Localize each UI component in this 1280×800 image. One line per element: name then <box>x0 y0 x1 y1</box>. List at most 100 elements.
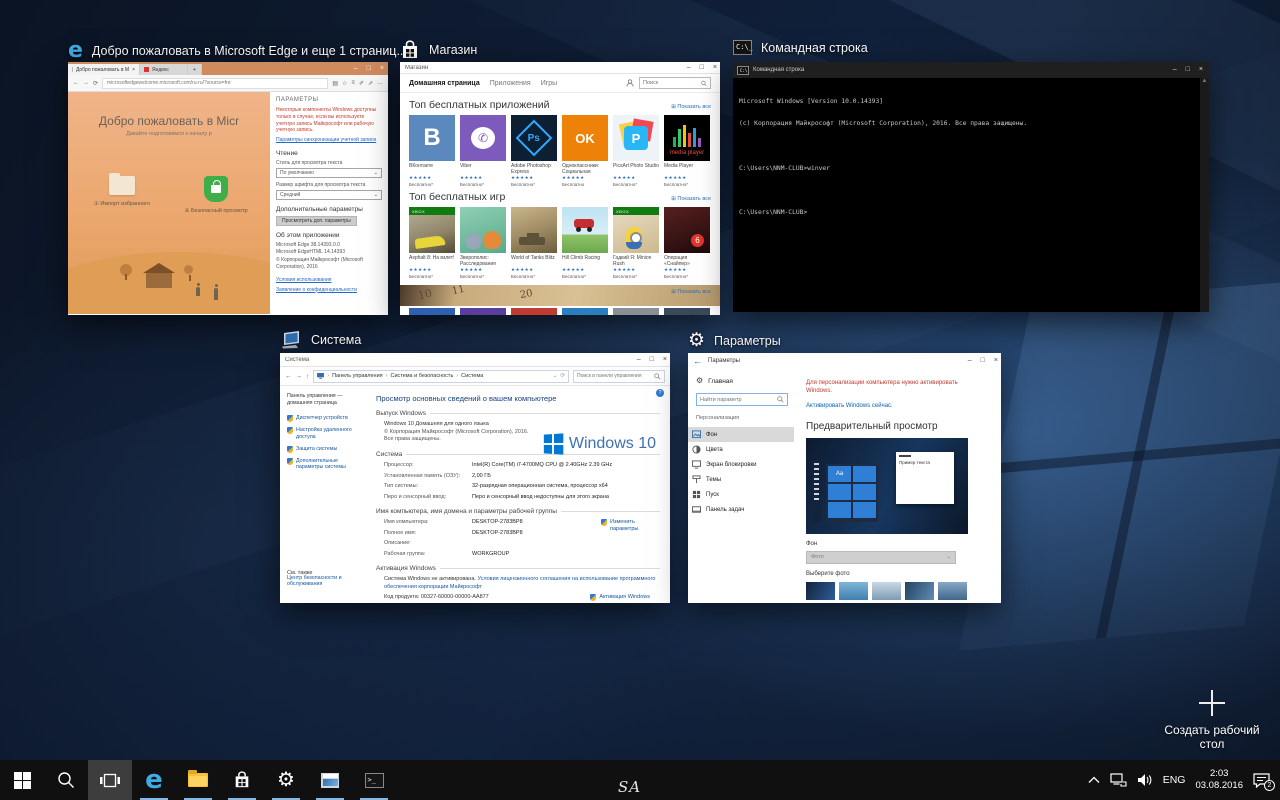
reading-view-icon[interactable]: ▤ <box>332 80 338 87</box>
chevron-up-icon[interactable] <box>1088 776 1100 784</box>
security-maintenance-link[interactable]: Центр безопасности и обслуживания <box>287 575 368 587</box>
sidebar-item-lock-screen[interactable]: Экран блокировки <box>688 457 794 472</box>
url-field[interactable]: microsoftedgewelcome.microsoft.com/ru-ru… <box>102 78 328 89</box>
back-icon[interactable]: ← <box>693 356 702 366</box>
cmd-window-thumbnail[interactable]: C:\ Командная строка – □ × Microsoft Win… <box>733 62 1209 312</box>
nav-games[interactable]: Игры <box>541 80 558 87</box>
network-icon[interactable] <box>1110 773 1127 787</box>
app-tile-odnoklassniki[interactable]: OK Одноклассники: Социальная ★★★★★ Беспл… <box>562 115 608 187</box>
forward-icon[interactable]: → <box>296 373 303 380</box>
action-center-button[interactable]: 2 <box>1253 773 1270 788</box>
taskbar-cmd-button[interactable]: >_ <box>352 760 396 800</box>
show-all-games-link[interactable]: ⊞ Показать все <box>671 196 711 202</box>
store-window-thumbnail[interactable]: Магазин – □ × Домашняя страница Приложен… <box>400 62 720 315</box>
favorite-star-icon[interactable]: ☆ <box>342 80 347 87</box>
show-all-apps-link[interactable]: ⊞ Показать все <box>671 104 711 110</box>
settings-search-box[interactable] <box>696 393 788 406</box>
photo-thumbnail[interactable] <box>839 582 868 600</box>
edge-tab-1[interactable]: Добро пожаловать в M × <box>68 64 140 75</box>
game-tile-asphalt8[interactable]: XBOX Asphalt 8: На взлет! ★★★★★ Бесплатн… <box>409 207 455 279</box>
start-button[interactable] <box>0 760 44 800</box>
up-icon[interactable]: ↑ <box>306 373 309 380</box>
control-panel-search-input[interactable] <box>577 373 654 379</box>
volume-icon[interactable] <box>1137 773 1153 787</box>
photo-thumbnail[interactable] <box>905 582 934 600</box>
photo-thumbnail[interactable] <box>872 582 901 600</box>
search-button[interactable] <box>44 760 88 800</box>
taskbar-file-explorer-button[interactable] <box>176 760 220 800</box>
game-tile-hill-climb[interactable]: Hill Climb Racing ★★★★★ Бесплатно* <box>562 207 608 279</box>
cmd-window-label[interactable]: C:\_ Командная строка <box>733 40 868 55</box>
minimize-button[interactable]: – <box>968 353 972 369</box>
language-indicator[interactable]: ENG <box>1163 774 1186 786</box>
web-note-icon[interactable]: ✐ <box>359 80 364 87</box>
system-window-label[interactable]: Система <box>280 331 361 349</box>
hub-icon[interactable]: ≡ <box>351 80 355 86</box>
terms-of-use-link[interactable]: Условия использования <box>276 277 382 284</box>
maximize-button[interactable]: □ <box>981 353 985 369</box>
minimize-button[interactable]: – <box>354 63 358 75</box>
system-window-thumbnail[interactable]: Система – □ × ← → ↑ › Панель управления … <box>280 353 670 603</box>
store-search-input[interactable] <box>643 80 701 86</box>
edge-new-tab-button[interactable]: + <box>188 64 202 75</box>
show-all-link[interactable]: ⊞ Показать все <box>671 289 711 295</box>
share-icon[interactable]: ⇗ <box>368 80 373 87</box>
taskbar-control-panel-button[interactable] <box>308 760 352 800</box>
close-button[interactable]: × <box>663 353 667 367</box>
privacy-statement-link[interactable]: Заявление о конфиденциальности <box>276 287 382 294</box>
app-tile-photoshop-express[interactable]: Ps Adobe Photoshop Express ★★★★★ Бесплат… <box>511 115 557 187</box>
sidebar-item-background[interactable]: Фон <box>688 427 794 442</box>
taskbar-store-button[interactable] <box>220 760 264 800</box>
crumb-system-security[interactable]: Система и безопасность <box>390 373 453 379</box>
forward-icon[interactable]: → <box>83 80 89 86</box>
more-icon[interactable]: … <box>377 80 383 86</box>
breadcrumb[interactable]: › Панель управления › Система и безопасн… <box>313 370 569 383</box>
system-protection-link[interactable]: Защита системы <box>287 446 363 453</box>
edge-window-thumbnail[interactable]: Добро пожаловать в M × Яндекс + – □ × ← … <box>68 62 388 315</box>
nav-apps[interactable]: Приложения <box>490 80 531 87</box>
nav-home[interactable]: Домашняя страница <box>409 80 480 87</box>
sidebar-item-start[interactable]: Пуск <box>688 487 794 502</box>
crumb-control-panel[interactable]: Панель управления <box>332 373 383 379</box>
refresh-icon[interactable]: ⟳ <box>560 373 565 379</box>
crumb-system[interactable]: Система <box>461 373 483 379</box>
app-tile-viber[interactable]: ✆ Viber ★★★★★ Бесплатно* <box>460 115 506 187</box>
close-button[interactable]: × <box>994 353 998 369</box>
device-manager-link[interactable]: Диспетчер устройств <box>287 415 363 422</box>
new-desktop-button[interactable]: Создать рабочий стол <box>1152 690 1272 751</box>
back-icon[interactable]: ← <box>73 80 79 86</box>
edge-tab-2[interactable]: Яндекс <box>140 64 188 75</box>
photo-thumbnail[interactable] <box>938 582 967 600</box>
store-feature-banner[interactable]: 10 11 20 ⊞ Показать все <box>400 285 720 306</box>
reading-style-dropdown[interactable]: По умолчанию⌄ <box>276 168 382 178</box>
maximize-button[interactable]: □ <box>700 62 704 74</box>
reading-font-size-dropdown[interactable]: Средний⌄ <box>276 190 382 200</box>
advanced-system-settings-link[interactable]: Дополнительные параметры системы <box>287 458 363 472</box>
control-panel-search-box[interactable] <box>573 370 665 383</box>
game-tile-sniper-ops[interactable]: 6 Операция «Снайпер» ★★★★★ Бесплатно* <box>664 207 710 279</box>
back-icon[interactable]: ← <box>285 373 292 380</box>
edge-window-label[interactable]: e Добро пожаловать в Microsoft Edge и ещ… <box>68 40 407 62</box>
sidebar-item-taskbar[interactable]: Панель задач <box>688 502 794 517</box>
background-type-dropdown[interactable]: Фото ⌄ <box>806 551 956 564</box>
remote-access-link[interactable]: Настройка удаленного доступа <box>287 427 363 441</box>
store-search-box[interactable] <box>639 77 711 89</box>
tab-close-icon[interactable]: × <box>132 67 135 73</box>
search-icon[interactable] <box>654 373 661 380</box>
search-icon[interactable] <box>777 396 784 403</box>
minimize-button[interactable]: – <box>687 62 691 74</box>
app-tile-vkontakte[interactable]: B ВКонтакте ★★★★★ Бесплатно* <box>409 115 455 187</box>
help-icon[interactable]: ? <box>656 389 664 397</box>
cmd-scrollbar[interactable]: ▲ <box>1200 78 1209 312</box>
maximize-button[interactable]: □ <box>650 353 654 367</box>
search-icon[interactable] <box>701 80 707 87</box>
photo-thumbnail[interactable] <box>806 582 835 600</box>
refresh-icon[interactable]: ⟳ <box>93 80 98 87</box>
minimize-button[interactable]: – <box>637 353 641 367</box>
game-tile-world-of-tanks[interactable]: World of Tanks Blitz ★★★★★ Бесплатно* <box>511 207 557 279</box>
task-view-button[interactable] <box>88 760 132 800</box>
chevron-down-icon[interactable]: ⌄ <box>553 373 558 379</box>
settings-home-item[interactable]: ⚙ Главная <box>696 377 794 385</box>
maximize-button[interactable]: □ <box>367 63 371 75</box>
activate-windows-link[interactable]: Активировать Windows сейчас. <box>806 403 991 409</box>
